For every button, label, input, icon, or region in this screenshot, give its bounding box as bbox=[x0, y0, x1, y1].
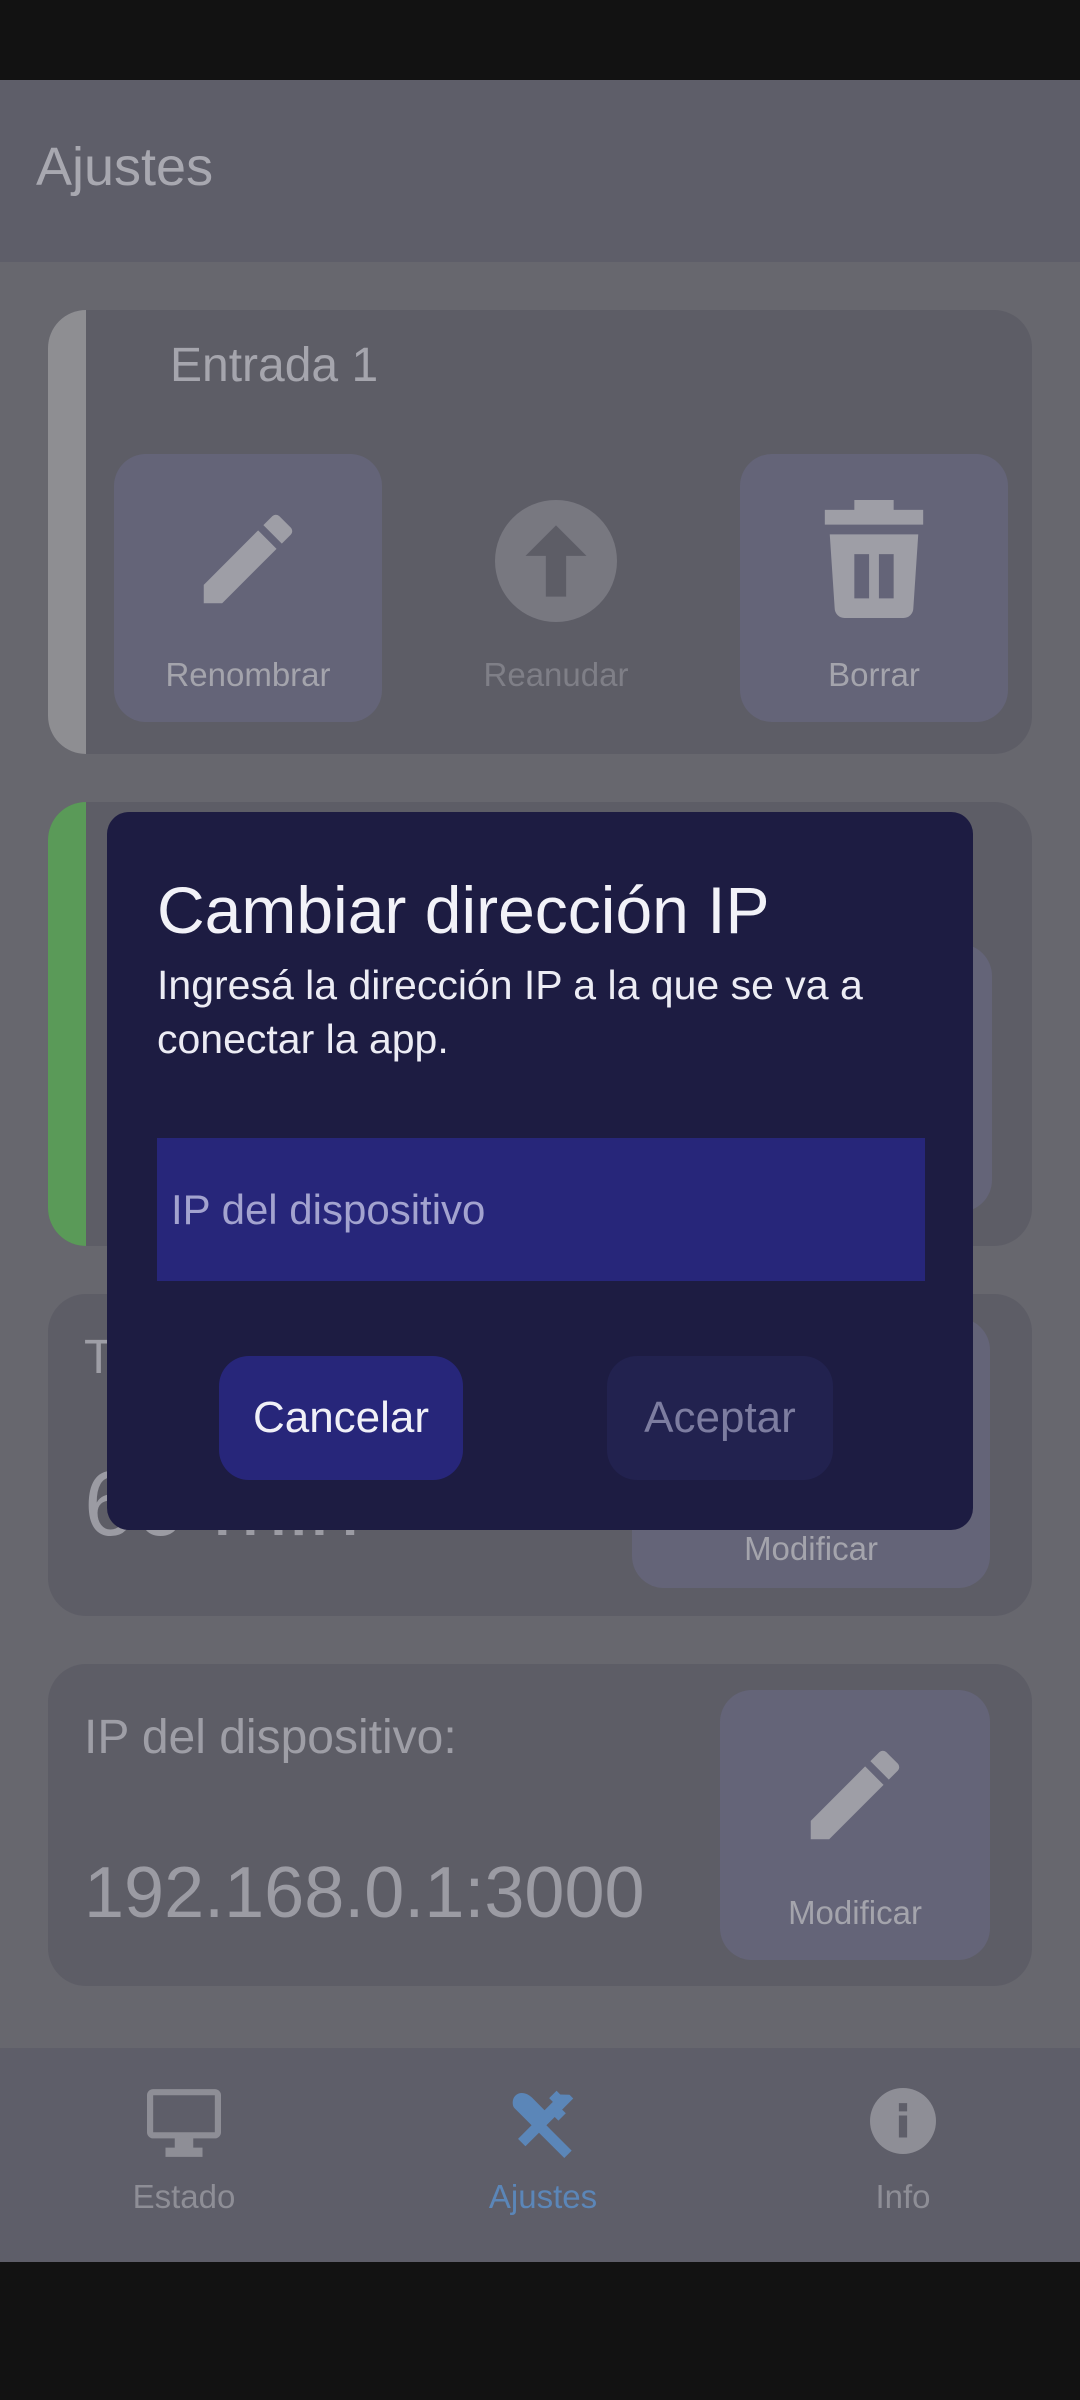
time-modify-label: Modificar bbox=[744, 1530, 878, 1567]
ip-modify-label: Modificar bbox=[788, 1894, 922, 1931]
entrada-stripe bbox=[48, 310, 86, 754]
pencil-icon bbox=[810, 1750, 900, 1840]
cancel-button[interactable]: Cancelar bbox=[219, 1356, 463, 1480]
nav-label-estado: Estado bbox=[132, 2178, 236, 2215]
delete-button[interactable]: Borrar bbox=[740, 454, 1008, 722]
tools-icon bbox=[512, 2090, 574, 2158]
accept-button[interactable]: Aceptar bbox=[607, 1356, 833, 1480]
resume-label: Reanudar bbox=[483, 656, 629, 693]
trash-icon bbox=[824, 500, 924, 618]
second-card-stripe bbox=[48, 802, 86, 1246]
nav-item-ajustes[interactable]: Ajustes bbox=[423, 2048, 663, 2262]
delete-label: Borrar bbox=[828, 656, 920, 693]
ip-card: IP del dispositivo: 192.168.0.1:3000 Mod… bbox=[48, 1664, 1032, 1986]
rename-label: Renombrar bbox=[165, 656, 331, 693]
info-icon bbox=[870, 2088, 936, 2154]
pencil-icon bbox=[203, 514, 293, 604]
nav-label-info: Info bbox=[875, 2178, 931, 2215]
resume-button[interactable]: Reanudar bbox=[422, 454, 690, 722]
monitor-icon bbox=[147, 2089, 221, 2157]
entrada-card: Entrada 1 Renombrar Reanudar Borrar bbox=[48, 310, 1032, 754]
system-navigation-bar bbox=[0, 2262, 1080, 2400]
status-bar bbox=[0, 0, 1080, 80]
ip-modify-button[interactable]: Modificar bbox=[720, 1690, 990, 1960]
nav-label-ajustes: Ajustes bbox=[488, 2178, 598, 2215]
ip-label: IP del dispositivo: bbox=[84, 1711, 457, 1764]
nav-item-info[interactable]: Info bbox=[783, 2048, 1023, 2262]
page-title: Ajustes bbox=[36, 137, 214, 197]
bottom-navigation: Estado Ajustes Info bbox=[0, 2048, 1080, 2262]
nav-item-estado[interactable]: Estado bbox=[64, 2048, 304, 2262]
change-ip-dialog: Cambiar dirección IP Ingresá la direcció… bbox=[107, 812, 973, 1530]
dialog-title: Cambiar dirección IP bbox=[157, 873, 770, 947]
dialog-message: Ingresá la dirección IP a la que se va a… bbox=[157, 962, 863, 1062]
rename-button[interactable]: Renombrar bbox=[114, 454, 382, 722]
app-bar: Ajustes bbox=[0, 80, 1080, 262]
ip-value: 192.168.0.1:3000 bbox=[84, 1853, 645, 1933]
entrada-title: Entrada 1 bbox=[170, 339, 379, 392]
arrow-up-circle-icon bbox=[495, 500, 617, 622]
ip-input[interactable] bbox=[157, 1138, 925, 1281]
